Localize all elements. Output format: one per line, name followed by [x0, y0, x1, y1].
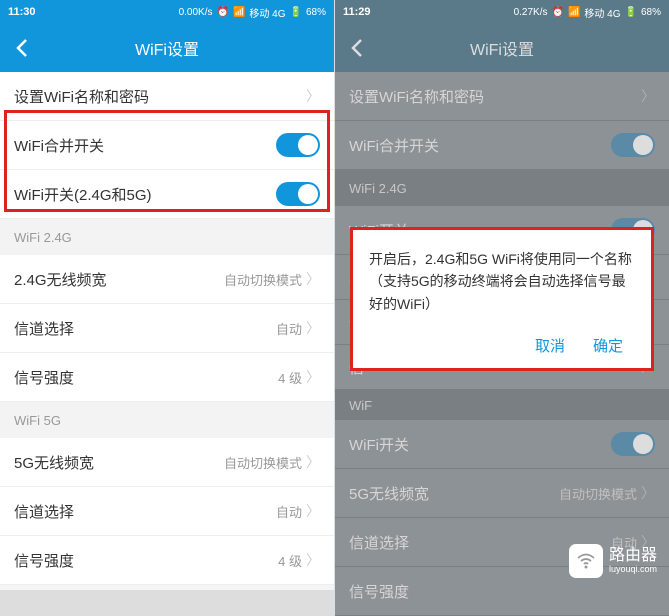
- chevron-right-icon: 〉: [306, 550, 320, 570]
- section-24g: WiFi 2.4G: [0, 219, 334, 255]
- dialog-wrapper: 开启后，2.4G和5G WiFi将使用同一个名称（支持5G的移动终端将会自动选择…: [350, 227, 654, 371]
- battery-icon: 🔋: [625, 7, 637, 18]
- row-wifi-name-password: 设置WiFi名称和密码 〉: [335, 72, 669, 121]
- row-label: 2.4G无线频宽: [14, 269, 107, 290]
- status-time: 11:30: [8, 6, 36, 18]
- watermark-brand: 路由器: [609, 547, 657, 565]
- confirm-dialog: 开启后，2.4G和5G WiFi将使用同一个名称（支持5G的移动终端将会自动选择…: [353, 230, 651, 368]
- toggle-wifi-switch-5g: [611, 432, 655, 456]
- row-label: 信道选择: [14, 501, 74, 522]
- row-label: 信号强度: [14, 367, 74, 388]
- row-channel[interactable]: 信道选择 自动〉: [0, 304, 334, 353]
- dialog-actions: 取消 确定: [369, 315, 635, 368]
- status-indicators: 0.00K/s ⏰ 📶 移动 4G 🔋 68%: [179, 5, 326, 20]
- back-button[interactable]: [335, 24, 379, 72]
- row-label: 设置WiFi名称和密码: [14, 86, 149, 107]
- section-5g-partial: WiF: [335, 390, 669, 420]
- row-wifi-merge[interactable]: WiFi合并开关: [0, 121, 334, 170]
- row-wifi-merge: WiFi合并开关: [335, 121, 669, 170]
- router-icon: [569, 544, 603, 578]
- page-title: WiFi设置: [335, 36, 669, 60]
- chevron-right-icon: 〉: [306, 452, 320, 472]
- status-bar: 11:30 0.00K/s ⏰ 📶 移动 4G 🔋 68%: [0, 0, 334, 24]
- chevron-right-icon: 〉: [306, 501, 320, 521]
- row-label: 信号强度: [14, 550, 74, 571]
- signal-icon: 📶: [568, 7, 580, 18]
- section-5g: WiFi 5G: [0, 402, 334, 438]
- chevron-right-icon: 〉: [641, 86, 655, 106]
- battery-icon: 🔋: [290, 7, 302, 18]
- row-label: WiFi合并开关: [14, 135, 104, 156]
- row-5g-bandwidth[interactable]: 5G无线频宽 自动切换模式〉: [0, 438, 334, 487]
- row-signal-5g[interactable]: 信号强度 4 级〉: [0, 536, 334, 585]
- row-wifi-switch-both[interactable]: WiFi开关(2.4G和5G): [0, 170, 334, 219]
- left-screenshot: 11:30 0.00K/s ⏰ 📶 移动 4G 🔋 68% WiFi设置 设置W…: [0, 0, 334, 590]
- dialog-message: 开启后，2.4G和5G WiFi将使用同一个名称（支持5G的移动终端将会自动选择…: [369, 248, 635, 315]
- alarm-icon: ⏰: [217, 7, 229, 18]
- watermark-url: luyouqi.com: [609, 565, 657, 575]
- row-channel-5g[interactable]: 信道选择 自动〉: [0, 487, 334, 536]
- toggle-wifi-merge: [611, 133, 655, 157]
- row-label: 信道选择: [14, 318, 74, 339]
- row-5g-bandwidth: 5G无线频宽 自动切换模式〉: [335, 469, 669, 518]
- status-bar: 11:29 0.27K/s ⏰ 📶 移动 4G 🔋 68%: [335, 0, 669, 24]
- chevron-right-icon: 〉: [641, 483, 655, 503]
- chevron-right-icon: 〉: [306, 367, 320, 387]
- highlight-annotation: 开启后，2.4G和5G WiFi将使用同一个名称（支持5G的移动终端将会自动选择…: [350, 227, 654, 371]
- chevron-right-icon: 〉: [306, 86, 320, 106]
- chevron-right-icon: 〉: [306, 269, 320, 289]
- row-24g-bandwidth[interactable]: 2.4G无线频宽 自动切换模式〉: [0, 255, 334, 304]
- toggle-wifi-switch[interactable]: [276, 182, 320, 206]
- chevron-left-icon: [16, 38, 28, 58]
- row-label: WiFi开关(2.4G和5G): [14, 184, 152, 205]
- page-title: WiFi设置: [0, 36, 334, 60]
- status-indicators: 0.27K/s ⏰ 📶 移动 4G 🔋 68%: [514, 5, 661, 20]
- signal-icon: 📶: [233, 7, 245, 18]
- row-wifi-name-password[interactable]: 设置WiFi名称和密码 〉: [0, 72, 334, 121]
- chevron-right-icon: 〉: [306, 318, 320, 338]
- alarm-icon: ⏰: [552, 7, 564, 18]
- row-label: 5G无线频宽: [14, 452, 94, 473]
- ok-button[interactable]: 确定: [593, 335, 623, 356]
- cancel-button[interactable]: 取消: [535, 335, 565, 356]
- watermark: 路由器 luyouqi.com: [569, 544, 657, 578]
- row-wifi-switch-5g: WiFi开关: [335, 420, 669, 469]
- row-signal[interactable]: 信号强度 4 级〉: [0, 353, 334, 402]
- status-time: 11:29: [343, 6, 371, 18]
- right-screenshot: 11:29 0.27K/s ⏰ 📶 移动 4G 🔋 68% WiFi设置 设置W…: [335, 0, 669, 590]
- page-header: WiFi设置: [0, 24, 334, 72]
- back-button[interactable]: [0, 24, 44, 72]
- toggle-wifi-merge[interactable]: [276, 133, 320, 157]
- page-header: WiFi设置: [335, 24, 669, 72]
- chevron-left-icon: [351, 38, 363, 58]
- section-24g: WiFi 2.4G: [335, 170, 669, 206]
